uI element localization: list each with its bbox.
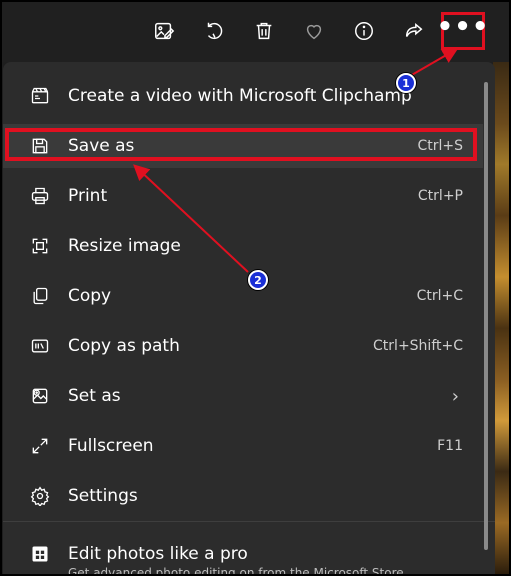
top-toolbar: ••• (0, 0, 511, 62)
menu-divider (3, 521, 495, 522)
menu-item-label: Fullscreen (68, 436, 154, 456)
resize-icon (29, 235, 51, 257)
background-photo (493, 62, 509, 574)
menu-item-label: Settings (68, 486, 138, 506)
store-icon (29, 543, 51, 565)
share-icon[interactable] (397, 14, 431, 48)
menu-item-label: Copy as path (68, 336, 180, 356)
more-dots-icon: ••• (436, 12, 490, 42)
menu-item-label: Print (68, 186, 108, 206)
callout-badge-1: 1 (396, 73, 416, 93)
promo-subtitle: Get advanced photo editing on from the M… (68, 566, 404, 576)
menu-item-copy-as-path[interactable]: Copy as path Ctrl+Shift+C (3, 324, 483, 368)
fullscreen-icon (29, 435, 51, 457)
print-icon (29, 185, 51, 207)
more-options-button[interactable]: ••• (437, 12, 488, 50)
menu-item-label: Copy (68, 286, 112, 306)
menu-item-shortcut: Ctrl+Shift+C (373, 338, 463, 354)
settings-icon (29, 485, 51, 507)
menu-item-settings[interactable]: Settings (3, 474, 483, 518)
menu-item-copy[interactable]: Copy Ctrl+C (3, 274, 483, 318)
callout-badge-2: 2 (248, 270, 268, 290)
menu-item-resize-image[interactable]: Resize image (3, 224, 483, 268)
set-as-icon (29, 385, 51, 407)
menu-item-shortcut: Ctrl+C (416, 288, 463, 304)
chevron-right-icon: › (451, 385, 459, 407)
rotate-icon[interactable] (197, 14, 231, 48)
promo-title: Edit photos like a pro (68, 544, 248, 564)
menu-item-label: Resize image (68, 236, 181, 256)
menu-item-shortcut: F11 (437, 438, 463, 454)
menu-item-set-as[interactable]: Set as › (3, 374, 483, 418)
menu-item-fullscreen[interactable]: Fullscreen F11 (3, 424, 483, 468)
menu-item-print[interactable]: Print Ctrl+P (3, 174, 483, 218)
favorite-icon[interactable] (297, 14, 331, 48)
copy-icon (29, 285, 51, 307)
clipchamp-icon (29, 85, 51, 107)
save-as-highlight-box (5, 128, 477, 161)
menu-scrollbar[interactable] (484, 82, 488, 550)
menu-item-label: Set as (68, 386, 121, 406)
menu-item-shortcut: Ctrl+P (417, 188, 463, 204)
delete-icon[interactable] (247, 14, 281, 48)
info-icon[interactable] (347, 14, 381, 48)
copy-path-icon (29, 335, 51, 357)
menu-item-label: Create a video with Microsoft Clipchamp (68, 86, 412, 106)
edit-image-icon[interactable] (147, 14, 181, 48)
